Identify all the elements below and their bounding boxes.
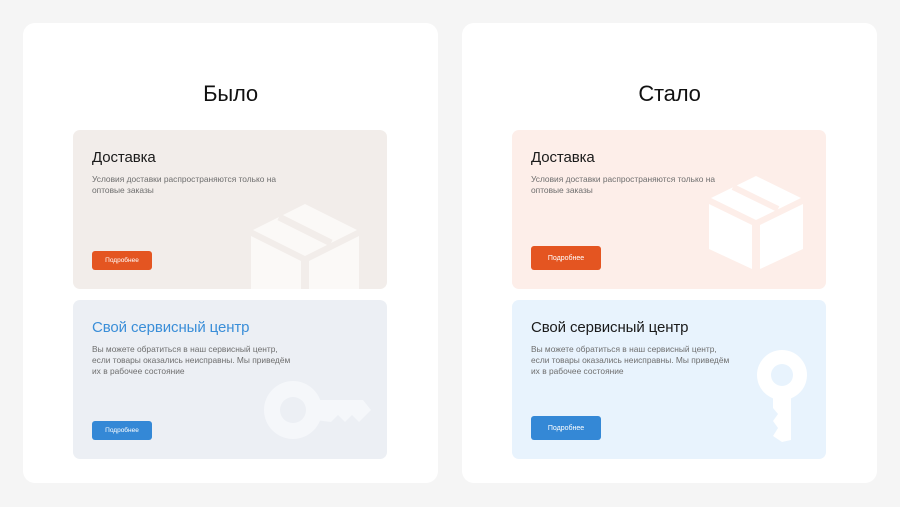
- service-card-text: Вы можете обратиться в наш сервисный цен…: [92, 344, 291, 376]
- delivery-card-text: Условия доставки распространяются только…: [92, 174, 277, 195]
- service-more-button[interactable]: Подробнее: [92, 421, 152, 440]
- after-delivery-card: Доставка Условия доставки распространяют…: [512, 130, 826, 289]
- before-delivery-card: Доставка Условия доставки распространяют…: [73, 130, 387, 289]
- before-panel: Было Доставка Условия доставки распростр…: [23, 23, 438, 483]
- service-card-title: Свой сервисный центр: [531, 319, 689, 336]
- delivery-more-button[interactable]: Подробнее: [531, 246, 601, 270]
- box-icon: [251, 204, 359, 289]
- service-more-button[interactable]: Подробнее: [531, 416, 601, 440]
- delivery-more-button[interactable]: Подробнее: [92, 251, 152, 270]
- after-title: Стало: [638, 81, 701, 106]
- before-title: Было: [203, 81, 258, 106]
- after-panel: Стало Доставка Условия доставки распрост…: [462, 23, 877, 483]
- delivery-card-title: Доставка: [531, 149, 595, 166]
- key-icon: [757, 350, 807, 442]
- key-icon: [264, 381, 371, 439]
- service-card-title: Свой сервисный центр: [92, 319, 250, 336]
- after-service-card: Свой сервисный центр Вы можете обратитьс…: [512, 300, 826, 459]
- delivery-card-title: Доставка: [92, 149, 156, 166]
- delivery-card-text: Условия доставки распространяются только…: [531, 174, 716, 195]
- service-card-text: Вы можете обратиться в наш сервисный цен…: [531, 344, 730, 376]
- before-service-card: Свой сервисный центр Вы можете обратитьс…: [73, 300, 387, 459]
